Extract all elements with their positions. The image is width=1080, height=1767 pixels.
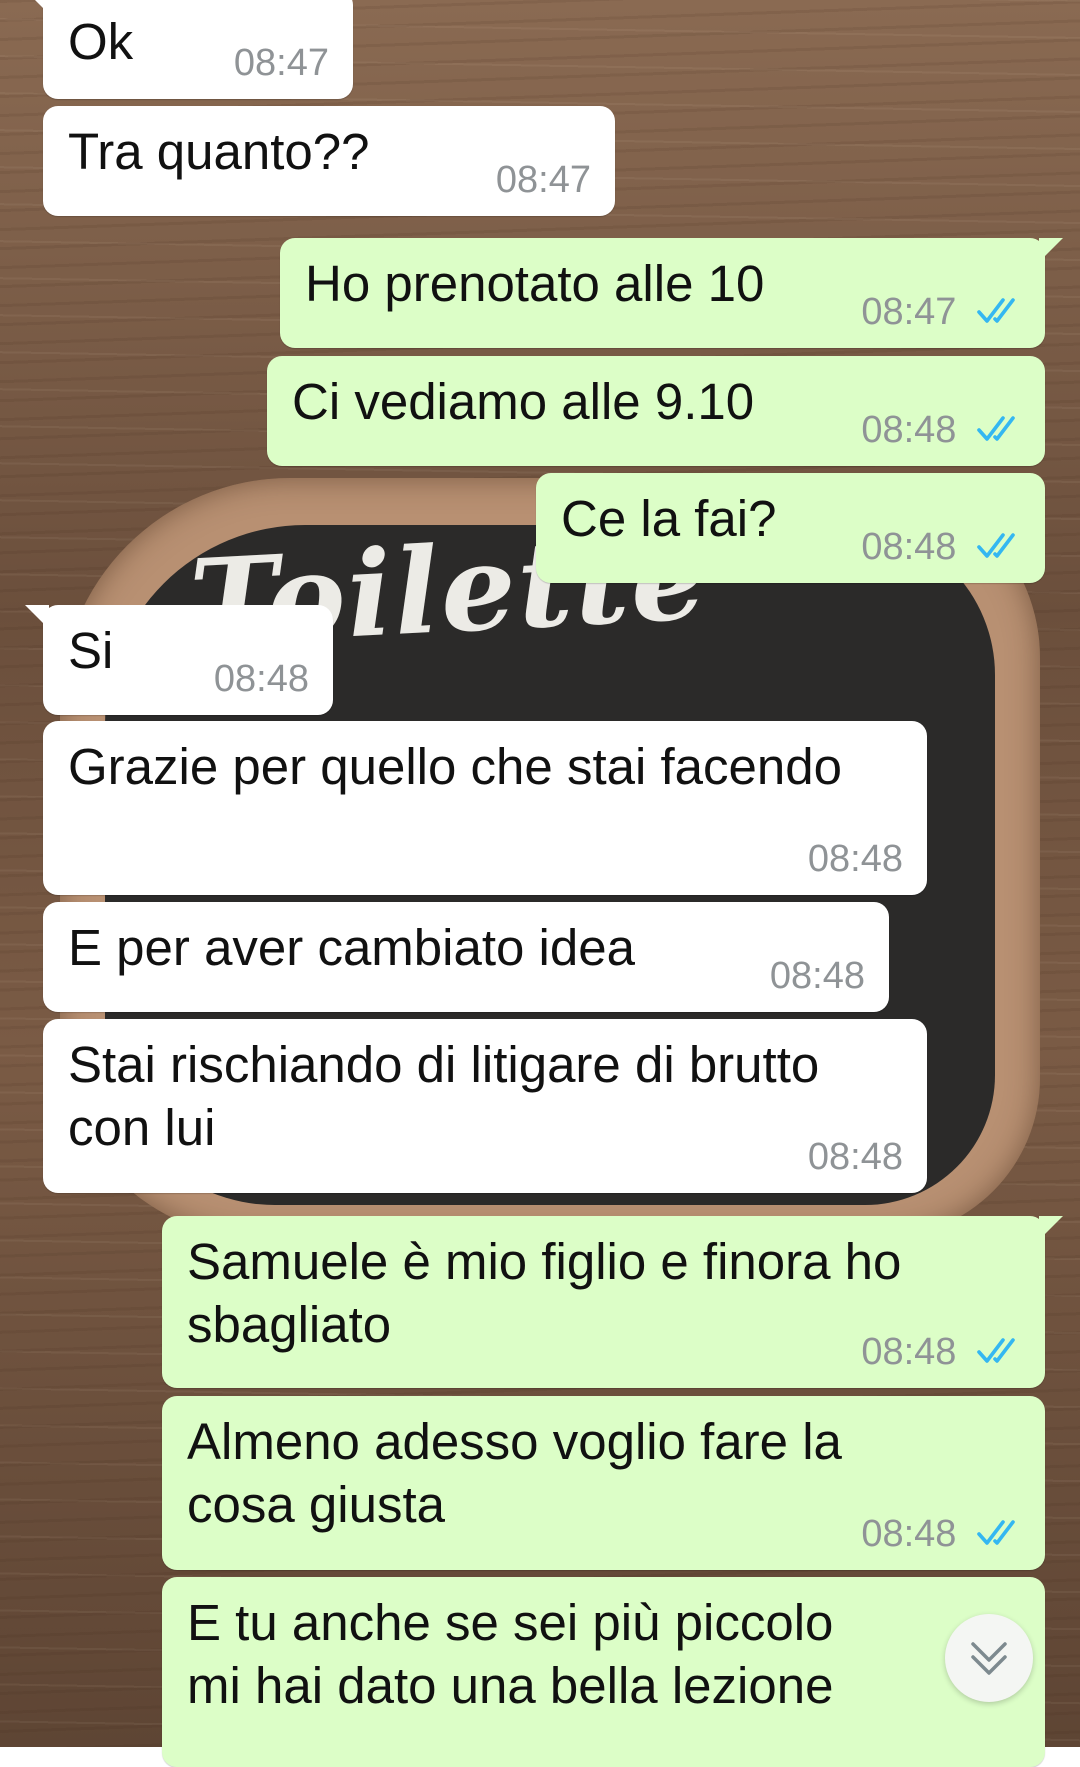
- message-meta: 08:48: [861, 525, 1023, 569]
- message-time: 08:48: [807, 838, 903, 880]
- message-incoming[interactable]: E per aver cambiato idea 08:48: [43, 902, 889, 1012]
- message-time: 08:47: [495, 159, 591, 201]
- message-text: E per aver cambiato idea: [68, 919, 635, 976]
- message-meta: 08:48: [861, 1330, 1023, 1374]
- message-list[interactable]: Ok 08:47 Tra quanto?? 08:47 Ho prenotato…: [0, 0, 1080, 1767]
- message-meta: 08:48: [770, 954, 865, 998]
- message-outgoing[interactable]: Almeno adesso voglio fare la cosa giusta…: [162, 1396, 1045, 1570]
- message-time: 08:48: [807, 1136, 903, 1178]
- double-check-icon: [977, 416, 1015, 441]
- message-outgoing[interactable]: Ci vediamo alle 9.10 08:48: [267, 356, 1045, 466]
- message-meta: 08:48: [861, 1512, 1023, 1556]
- message-meta: 08:48: [861, 408, 1023, 452]
- message-time: 08:48: [213, 658, 309, 700]
- double-check-icon: [977, 1520, 1015, 1545]
- message-incoming[interactable]: Stai rischiando di litigare di brutto co…: [43, 1019, 927, 1193]
- message-text: Grazie per quello che stai facendo: [68, 738, 842, 795]
- double-chevron-down-icon: [971, 1642, 1007, 1675]
- message-time: 08:47: [233, 42, 329, 84]
- message-incoming[interactable]: Si 08:48: [25, 605, 333, 715]
- message-text: Ce la fai?: [561, 490, 777, 547]
- message-outgoing[interactable]: Samuele è mio figlio e finora ho sbaglia…: [162, 1216, 1063, 1388]
- message-meta: 08:48: [808, 1135, 903, 1179]
- message-meta: 08:48: [808, 837, 903, 881]
- double-check-icon: [977, 1338, 1015, 1363]
- message-time: 08:48: [861, 1513, 957, 1555]
- message-outgoing[interactable]: E tu anche se sei più piccolo mi hai dat…: [162, 1577, 1045, 1767]
- message-text: Ci vediamo alle 9.10: [292, 373, 755, 430]
- message-time: 08:48: [861, 526, 957, 568]
- message-incoming[interactable]: Grazie per quello che stai facendo 08:48: [43, 721, 927, 895]
- message-text: Ok: [68, 13, 134, 70]
- message-text: E tu anche se sei più piccolo mi hai dat…: [187, 1594, 834, 1714]
- message-time: 08:47: [861, 291, 957, 333]
- double-check-icon: [977, 533, 1015, 558]
- message-text: Stai rischiando di litigare di brutto co…: [68, 1036, 820, 1156]
- message-time: 08:48: [861, 409, 957, 451]
- message-meta: 08:47: [234, 41, 329, 85]
- message-text: Ho prenotato alle 10: [305, 255, 765, 312]
- scroll-to-bottom-button[interactable]: [945, 1614, 1033, 1702]
- message-outgoing[interactable]: Ho prenotato alle 10 08:47: [280, 238, 1063, 348]
- message-outgoing[interactable]: Ce la fai? 08:48: [536, 473, 1045, 583]
- message-meta: 08:47: [861, 290, 1023, 334]
- message-time: 08:48: [769, 955, 865, 997]
- message-text: Samuele è mio figlio e finora ho sbaglia…: [187, 1233, 902, 1353]
- message-text: Si: [68, 622, 114, 679]
- message-meta: 08:48: [214, 657, 309, 701]
- message-incoming[interactable]: Tra quanto?? 08:47: [43, 106, 615, 216]
- message-text: Almeno adesso voglio fare la cosa giusta: [187, 1413, 842, 1533]
- message-incoming[interactable]: Ok 08:47: [25, 0, 353, 99]
- message-meta: 08:47: [496, 158, 591, 202]
- message-time: 08:48: [861, 1331, 957, 1373]
- double-check-icon: [977, 298, 1015, 323]
- message-text: Tra quanto??: [68, 123, 370, 180]
